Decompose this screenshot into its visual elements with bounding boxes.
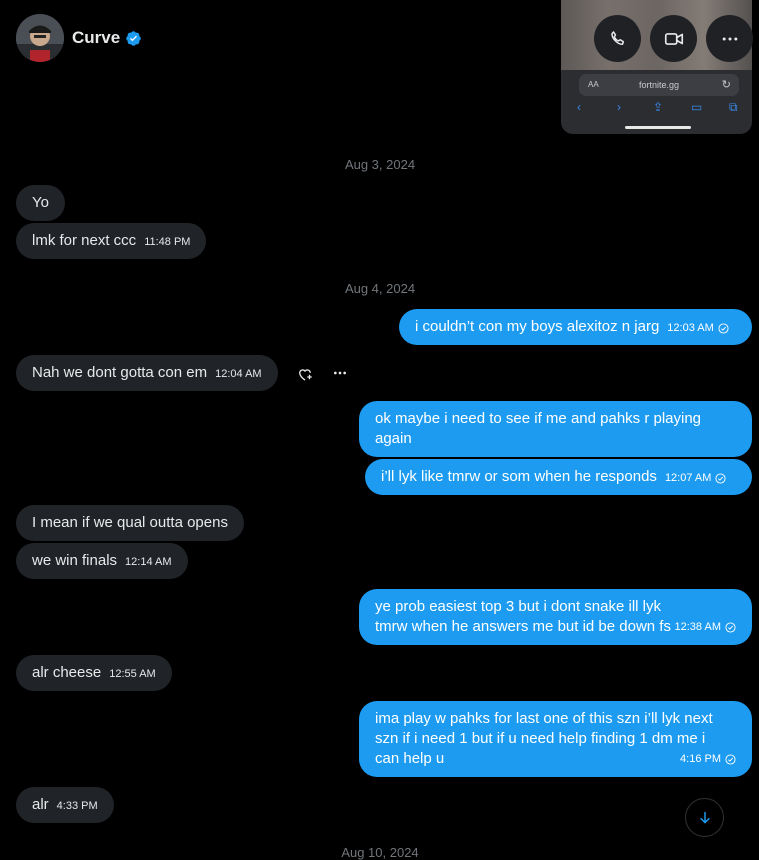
- message-received[interactable]: I mean if we qual outta opens: [16, 505, 244, 541]
- message-text: ok maybe i need to see if me and pahks r…: [375, 410, 702, 447]
- message-text: ye prob easiest top 3 but i dont snake i…: [375, 598, 671, 635]
- message-text: ima play w pahks for last one of this sz…: [375, 710, 713, 767]
- bookmarks-icon: ▭: [691, 100, 703, 114]
- message-sent[interactable]: ok maybe i need to see if me and pahks r…: [359, 401, 752, 457]
- message-time: 4:16 PM: [680, 753, 721, 765]
- message-more-icon[interactable]: [332, 365, 348, 381]
- message-text: we win finals: [32, 552, 118, 569]
- reload-icon: ↻: [721, 79, 731, 91]
- verified-badge-icon: [126, 30, 141, 46]
- date-separator: Aug 10, 2024: [341, 845, 419, 860]
- read-check-icon: [718, 322, 729, 334]
- message-received[interactable]: Yo: [16, 185, 65, 221]
- read-check-icon: [715, 472, 726, 484]
- tabs-icon: ⧉: [729, 100, 738, 114]
- scroll-to-bottom-button[interactable]: [685, 798, 724, 837]
- arrow-down-icon: [699, 811, 710, 823]
- message-time: 4:33 PM: [56, 800, 98, 812]
- message-sent[interactable]: ye prob easiest top 3 but i dont snake i…: [359, 589, 752, 645]
- message-text: Yo: [32, 194, 49, 211]
- video-call-button[interactable]: [650, 15, 697, 62]
- date-separator: Aug 4, 2024: [344, 281, 416, 296]
- react-heart-icon[interactable]: [296, 365, 314, 383]
- date-separator: Aug 3, 2024: [344, 157, 416, 172]
- message-time: 12:03 AM: [667, 322, 714, 334]
- message-received[interactable]: alr 4:33 PM: [16, 787, 114, 823]
- message-received[interactable]: Nah we dont gotta con em 12:04 AM: [16, 355, 278, 391]
- message-time: 12:38 AM: [674, 621, 721, 633]
- message-text: Nah we dont gotta con em: [32, 364, 208, 381]
- phone-icon: [610, 30, 624, 45]
- pip-home-indicator: [625, 126, 691, 129]
- pip-url: fortnite.gg: [638, 80, 680, 90]
- read-check-icon: [725, 621, 736, 633]
- contact-name[interactable]: Curve: [72, 28, 120, 48]
- message-received[interactable]: lmk for next ccc 11:48 PM: [16, 223, 207, 259]
- message-sent[interactable]: i couldn’t con my boys alexitoz n jarg 12…: [399, 309, 752, 345]
- voice-call-button[interactable]: [594, 15, 641, 62]
- back-icon: ‹: [577, 100, 581, 114]
- message-text: i’ll lyk like tmrw or som when he respon…: [381, 468, 657, 485]
- message-time: 12:55 AM: [109, 668, 156, 680]
- message-time: 12:14 AM: [125, 556, 172, 568]
- message-text: I mean if we qual outta opens: [32, 514, 228, 531]
- message-sent[interactable]: ima play w pahks for last one of this sz…: [359, 701, 752, 777]
- video-icon: [664, 32, 683, 45]
- message-received[interactable]: alr cheese 12:55 AM: [16, 655, 172, 691]
- message-text: i couldn’t con my boys alexitoz n jarg: [415, 318, 660, 335]
- pip-url-bar: AA fortnite.gg ↻: [579, 74, 739, 96]
- message-text: lmk for next ccc: [32, 232, 137, 249]
- message-time: 11:48 PM: [144, 236, 191, 248]
- avatar[interactable]: [16, 14, 64, 62]
- message-sent[interactable]: i’ll lyk like tmrw or som when he respon…: [365, 459, 752, 495]
- more-options-button[interactable]: [706, 15, 753, 62]
- read-check-icon: [725, 753, 736, 765]
- contact-name-row[interactable]: Curve: [72, 28, 142, 48]
- message-text: alr cheese: [32, 664, 102, 681]
- message-received[interactable]: we win finals 12:14 AM: [16, 543, 188, 579]
- forward-icon: ›: [617, 100, 621, 114]
- message-time: 12:07 AM: [664, 472, 712, 484]
- share-icon: ⇪: [653, 100, 664, 114]
- message-text: alr: [32, 796, 49, 813]
- more-icon: [722, 37, 737, 40]
- message-time: 12:04 AM: [215, 368, 262, 380]
